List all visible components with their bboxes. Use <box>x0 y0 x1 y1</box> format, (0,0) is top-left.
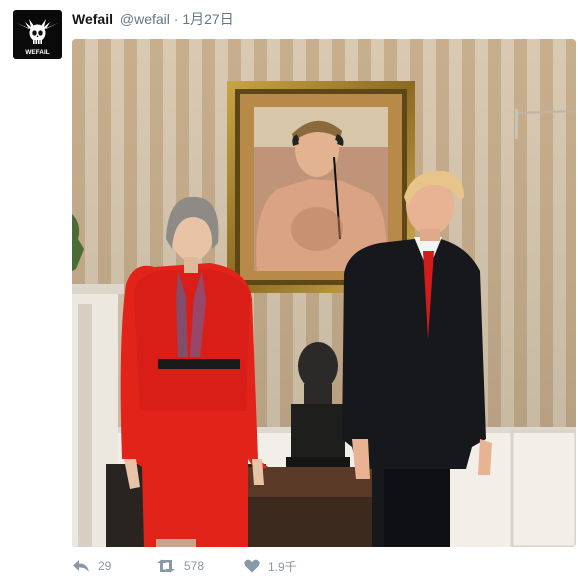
skull-logo: WEFAIL <box>17 19 58 56</box>
reply-icon <box>73 560 89 572</box>
photo-scene <box>72 39 576 547</box>
display-name[interactable]: Wefail <box>72 11 113 27</box>
tweet-actions: 29 578 1.9千 <box>72 554 297 578</box>
tweet-date[interactable]: 1月27日 <box>182 11 233 27</box>
retweet-button[interactable]: 578 <box>156 559 244 573</box>
tweet-header: Wefail @wefail · 1月27日 <box>72 10 234 28</box>
tweet-photo[interactable] <box>72 39 576 547</box>
like-count: 1.9千 <box>268 559 297 574</box>
retweet-count: 578 <box>184 559 205 573</box>
heart-icon <box>244 559 260 573</box>
reply-button[interactable]: 29 <box>72 559 156 573</box>
avatar-wordmark: WEFAIL <box>25 49 50 56</box>
separator-dot: · <box>173 11 179 27</box>
reply-count: 29 <box>98 559 112 573</box>
retweet-icon <box>157 559 175 573</box>
user-handle[interactable]: @wefail <box>120 11 170 27</box>
like-button[interactable]: 1.9千 <box>244 558 297 575</box>
avatar[interactable]: WEFAIL <box>13 10 62 59</box>
